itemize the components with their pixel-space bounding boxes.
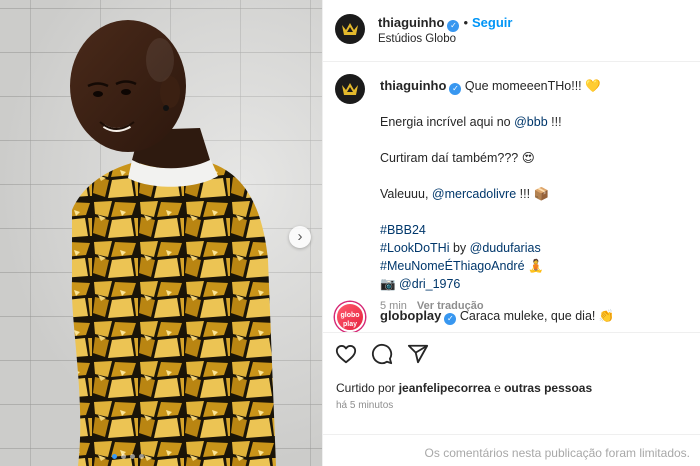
comments-limited-text: Os comentários nesta publicação foram li… xyxy=(424,446,690,460)
other-likers-link[interactable]: outras pessoas xyxy=(504,381,592,395)
crown-logo-icon xyxy=(342,23,358,35)
post-timestamp[interactable]: há 5 minutos xyxy=(336,400,393,411)
caption-line-2: Energia incrível aqui no @bbb !!! xyxy=(380,115,562,129)
verified-badge-icon: ✓ xyxy=(449,83,462,95)
mention-link[interactable]: @dudufarias xyxy=(470,241,541,255)
hashtag-link[interactable]: #LookDoTHi xyxy=(380,241,449,255)
commenter-avatar[interactable]: globo play xyxy=(335,302,365,332)
caption-text: thiaguinho ✓ Que momeeenTHo!!! 💛 Energia … xyxy=(380,77,680,315)
hashtag-link[interactable]: #MeuNomeÉThiagoAndré xyxy=(380,259,525,273)
caption-line-4: Valeuuu, @mercadolivre !!! 📦 xyxy=(380,187,550,201)
caption-line-8: 📷 @dri_1976 xyxy=(380,277,461,291)
hashtag-link[interactable]: #BBB24 xyxy=(380,223,426,237)
comment-text: Caraca muleke, que dia! 👏 xyxy=(459,309,615,323)
separator-dot: • xyxy=(463,15,468,30)
carousel-next-button[interactable]: › xyxy=(289,226,311,248)
caption-author-avatar[interactable] xyxy=(335,74,365,104)
post-header: thiaguinho ✓ • Seguir Estúdios Globo xyxy=(323,0,700,62)
caption-line-3: Curtiram daí também??? 😍 xyxy=(380,151,535,165)
gold-mosaic-jacket xyxy=(71,157,277,466)
caption-author-username[interactable]: thiaguinho xyxy=(380,78,446,93)
commenter-username[interactable]: globoplay xyxy=(380,308,441,323)
mention-link[interactable]: @bbb xyxy=(514,115,548,129)
verified-badge-icon: ✓ xyxy=(444,313,457,325)
comment-icon[interactable] xyxy=(371,343,393,365)
share-icon[interactable] xyxy=(407,343,429,365)
author-avatar[interactable] xyxy=(335,14,365,44)
person-illustration xyxy=(70,20,277,466)
follow-button[interactable]: Seguir xyxy=(472,15,512,30)
post-detail-panel: thiaguinho ✓ • Seguir Estúdios Globo thiagu… xyxy=(322,0,700,466)
caption-line-1: Que momeeenTHo!!! 💛 xyxy=(464,79,601,93)
post-location[interactable]: Estúdios Globo xyxy=(378,33,456,45)
carousel-dot xyxy=(139,454,144,459)
carousel-dot xyxy=(112,454,117,459)
liked-by-summary: Curtido por jeanfelipecorrea e outras pe… xyxy=(336,381,593,395)
comments-limited-notice: Os comentários nesta publicação foram li… xyxy=(322,434,700,466)
carousel-dot xyxy=(130,454,135,459)
heart-icon[interactable] xyxy=(335,343,357,365)
carousel-dot xyxy=(121,454,126,459)
comments-section: thiaguinho ✓ Que momeeenTHo!!! 💛 Energia … xyxy=(323,62,700,332)
verified-badge-icon: ✓ xyxy=(447,20,460,32)
liked-by-user-link[interactable]: jeanfelipecorrea xyxy=(399,381,491,395)
author-username[interactable]: thiaguinho xyxy=(378,15,444,30)
caption-line-7: #MeuNomeÉThiagoAndré 🧘 xyxy=(380,259,544,273)
post-photo: › xyxy=(0,0,322,466)
caption-line-6: #LookDoTHi by @dudufarias xyxy=(380,241,541,255)
mention-link[interactable]: @mercadolivre xyxy=(432,187,516,201)
mention-link[interactable]: @dri_1976 xyxy=(399,277,460,291)
carousel-dots xyxy=(112,454,144,459)
crown-logo-icon xyxy=(342,83,358,95)
